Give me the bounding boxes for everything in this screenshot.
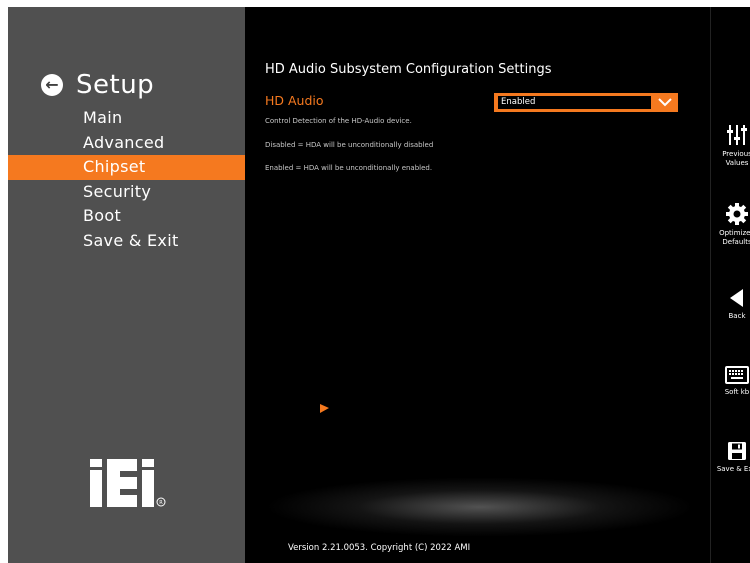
sidebar-item-boot[interactable]: Boot — [8, 204, 245, 229]
floppy-disk-icon — [728, 442, 746, 460]
save-exit-label: Save & Exit — [716, 465, 750, 473]
sidebar-item-security[interactable]: Security — [8, 180, 245, 205]
sidebar-item-save-exit[interactable]: Save & Exit — [8, 229, 245, 254]
hd-audio-label[interactable]: HD Audio — [265, 93, 324, 108]
sidebar-item-advanced[interactable]: Advanced — [8, 131, 245, 156]
help-text-line: Disabled = HDA will be unconditionally d… — [265, 141, 434, 149]
mouse-cursor-icon — [320, 404, 329, 413]
version-footer: Version 2.21.0053. Copyright (C) 2022 AM… — [288, 543, 471, 553]
back-triangle-icon — [730, 289, 743, 307]
previous-values-button[interactable]: Previous Values — [711, 124, 750, 168]
gear-icon — [726, 203, 748, 225]
optimized-defaults-label: Optimized Defaults — [719, 229, 750, 246]
back-arrow-icon[interactable]: ← — [41, 74, 63, 96]
hd-audio-value[interactable]: Enabled — [498, 96, 651, 109]
chevron-down-icon[interactable] — [657, 95, 673, 109]
sidebar-menu: Main Advanced Chipset Security Boot Save… — [8, 106, 245, 253]
back-button[interactable]: Back — [711, 288, 750, 321]
svg-text:R: R — [159, 500, 163, 506]
background-glow — [265, 477, 695, 537]
main-panel: HD Audio Subsystem Configuration Setting… — [245, 7, 710, 563]
hd-audio-select[interactable]: Enabled — [494, 93, 678, 112]
help-text-line: Control Detection of the HD-Audio device… — [265, 117, 412, 125]
optimized-defaults-button[interactable]: Optimized Defaults — [711, 203, 750, 247]
sidebar-item-chipset[interactable]: Chipset — [8, 155, 245, 180]
previous-values-label: Previous Values — [722, 150, 750, 167]
toolbar: Previous Values Optimized Defaults Back — [710, 7, 750, 563]
soft-keyboard-button[interactable]: Soft kb — [711, 366, 750, 397]
iei-logo: R — [90, 459, 166, 507]
setup-title: Setup — [76, 70, 155, 100]
sidebar-item-main[interactable]: Main — [8, 106, 245, 131]
save-exit-button[interactable]: Save & Exit — [711, 441, 750, 474]
sidebar: ← Setup Main Advanced Chipset Security B… — [8, 7, 245, 563]
keyboard-icon — [725, 366, 749, 384]
bios-window: ← Setup Main Advanced Chipset Security B… — [8, 7, 750, 563]
help-text-line: Enabled = HDA will be unconditionally en… — [265, 164, 433, 172]
section-title: HD Audio Subsystem Configuration Setting… — [265, 62, 552, 77]
setup-header[interactable]: ← Setup — [41, 65, 154, 105]
soft-kb-label: Soft kb — [724, 388, 750, 396]
back-label: Back — [728, 312, 746, 320]
sliders-icon — [727, 125, 747, 145]
